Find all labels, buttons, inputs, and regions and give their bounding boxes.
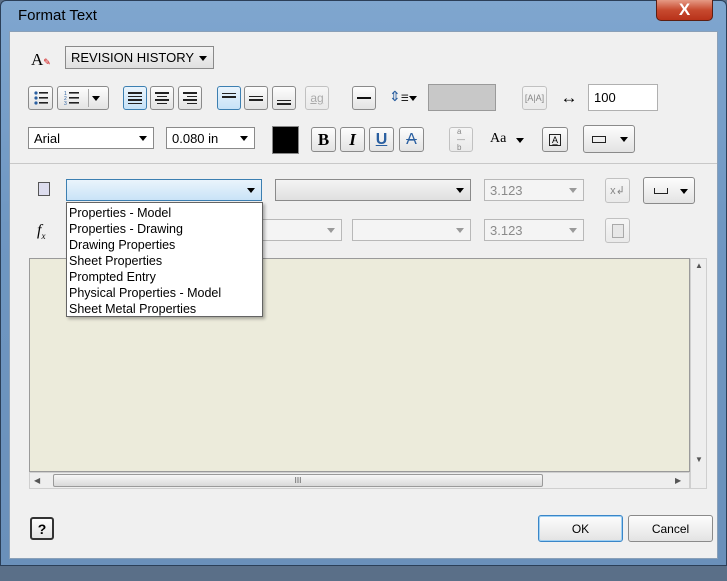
dropdown-option-sheet-properties[interactable]: Sheet Properties xyxy=(67,253,262,269)
fraction-icon: a — b xyxy=(457,126,465,152)
numbered-list-button[interactable]: 123 xyxy=(57,86,109,110)
symbol-button[interactable]: A̲ xyxy=(542,127,568,152)
space-icon xyxy=(654,187,668,194)
symbol-icon xyxy=(592,135,606,143)
dropdown-option-sheet-metal-properties[interactable]: Sheet Metal Properties xyxy=(67,301,262,317)
text-style-select[interactable]: REVISION HISTORY xyxy=(65,46,214,69)
dropdown-option-drawing-properties[interactable]: Drawing Properties xyxy=(67,237,262,253)
scroll-down-icon[interactable]: ▼ xyxy=(695,455,703,464)
scroll-left-icon[interactable]: ◀ xyxy=(34,476,40,485)
align-middle-icon xyxy=(249,94,263,103)
space-button[interactable] xyxy=(643,177,695,204)
align-top-button[interactable] xyxy=(217,86,241,110)
stack-button[interactable]: a — b xyxy=(449,127,473,152)
dropdown-option-properties-drawing[interactable]: Properties - Drawing xyxy=(67,221,262,237)
font-select[interactable]: Arial xyxy=(28,127,154,149)
align-bottom-icon xyxy=(277,98,291,107)
align-left-button[interactable] xyxy=(123,86,147,110)
clipboard-icon xyxy=(611,223,624,238)
close-button[interactable]: X xyxy=(656,0,713,21)
type-dropdown-list: Properties - Model Properties - Drawing … xyxy=(66,202,263,317)
precision-select[interactable]: 3.123 xyxy=(484,179,584,201)
bullet-list-button[interactable] xyxy=(28,86,53,110)
function-icon: fx xyxy=(37,222,46,242)
underline-button[interactable]: U xyxy=(369,127,394,152)
horizontal-line-icon xyxy=(357,97,371,99)
function-select[interactable] xyxy=(262,219,342,241)
ok-button[interactable]: OK xyxy=(538,515,623,542)
scroll-thumb[interactable]: III xyxy=(53,474,543,487)
align-middle-button[interactable] xyxy=(244,86,268,110)
baseline-button[interactable]: ag xyxy=(305,86,329,110)
insert-function-button[interactable] xyxy=(605,218,630,243)
font-size-select[interactable]: 0.080 in xyxy=(166,127,255,149)
bold-button[interactable]: B xyxy=(311,127,336,152)
add-parameter-button[interactable]: x↲ xyxy=(605,178,630,203)
italic-button[interactable]: I xyxy=(340,127,365,152)
bullet-list-icon xyxy=(33,91,48,105)
fit-text-icon: [A|A] xyxy=(524,93,545,103)
function-argument-select[interactable] xyxy=(352,219,471,241)
text-color-swatch[interactable] xyxy=(272,126,299,154)
type-select[interactable] xyxy=(66,179,262,201)
align-right-button[interactable] xyxy=(178,86,202,110)
stretch-input[interactable]: 100 xyxy=(588,84,658,111)
chevron-down-icon xyxy=(92,96,100,101)
strikethrough-button[interactable]: A xyxy=(399,127,424,152)
window-title: Format Text xyxy=(18,7,97,24)
insert-symbol-button[interactable] xyxy=(583,125,635,153)
line-spacing-button[interactable]: ⇕☰ xyxy=(389,88,419,108)
scroll-up-icon[interactable]: ▲ xyxy=(695,261,703,270)
line-spacing-value[interactable] xyxy=(428,84,496,111)
text-box-icon: A̲ xyxy=(548,133,561,146)
divider xyxy=(10,163,717,164)
cancel-button[interactable]: Cancel xyxy=(628,515,713,542)
numbered-list-icon: 123 xyxy=(64,91,79,106)
align-right-icon xyxy=(183,90,197,106)
line-spacing-icon: ⇕ xyxy=(389,88,401,104)
align-center-icon xyxy=(155,90,169,106)
scroll-right-icon[interactable]: ▶ xyxy=(675,476,681,485)
stretch-icon: ↔ xyxy=(560,88,578,107)
function-precision-select[interactable]: 3.123 xyxy=(484,219,584,241)
case-button[interactable]: Aa xyxy=(490,129,524,151)
horizontal-scrollbar[interactable]: ◀ III ▶ xyxy=(29,472,690,489)
svg-text:3: 3 xyxy=(64,101,67,106)
line-button[interactable] xyxy=(352,86,376,110)
property-select[interactable] xyxy=(275,179,471,201)
dropdown-option-physical-properties-model[interactable]: Physical Properties - Model xyxy=(67,285,262,301)
text-case-icon: Aa xyxy=(490,131,507,146)
help-button[interactable]: ? xyxy=(30,517,54,540)
align-bottom-button[interactable] xyxy=(272,86,296,110)
field-type-icon xyxy=(38,182,50,196)
dropdown-option-prompted-entry[interactable]: Prompted Entry xyxy=(67,269,262,285)
align-center-button[interactable] xyxy=(150,86,174,110)
align-left-icon xyxy=(128,90,142,106)
dropdown-option-properties-model[interactable]: Properties - Model xyxy=(67,205,262,221)
text-style-icon: A✎ xyxy=(31,50,51,69)
fit-text-button[interactable]: [A|A] xyxy=(522,86,547,110)
align-top-icon xyxy=(222,91,236,100)
vertical-scrollbar[interactable]: ▲ ▼ xyxy=(690,258,707,489)
add-parameter-icon: x↲ xyxy=(610,185,625,197)
